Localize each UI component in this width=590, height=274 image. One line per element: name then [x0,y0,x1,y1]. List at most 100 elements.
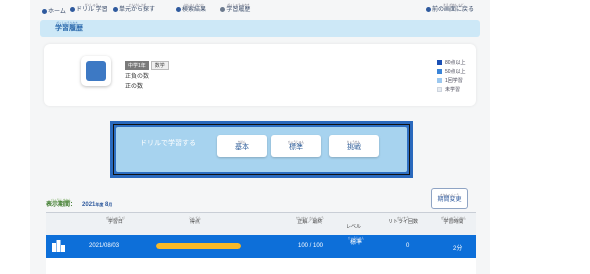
legend-swatch [437,60,442,65]
nav-unit-label: 単元から探す [119,7,156,13]
home-icon [42,9,47,14]
period-year: 2021 [82,202,96,208]
legend-swatch [437,87,442,92]
period-year-unit: 年度 [95,202,104,207]
table-row-empty [46,258,476,274]
nav-drill-study[interactable]: がくしゅう ドリル 学習 [70,4,108,13]
drill-frame-inner: ドリルで学習する きほん 基本 ひょうじゅん 標準 ちょうせん 挑戦 [113,124,410,175]
row-time: 2分 [453,246,463,252]
header-date: がくしゅう び学習日 [106,217,125,225]
back-icon [426,7,431,12]
unit-chapter: 正負の数 [125,74,150,80]
nav-drill-label: ドリル 学習 [76,7,108,13]
header-score: とくてん 得点 [189,217,201,225]
display-period: ひょうじ きかん 表示期間： 2021年度 8月 [46,199,112,208]
period-change-button[interactable]: きかんへんこう 期間変更 [431,188,468,209]
nav-history-ruby: がくしゅう りれき [227,3,250,7]
header-time: がくしゅう じかん 学習時間 [441,217,466,225]
period-ruby: ひょうじ きかん [51,198,71,202]
nav-drill-ruby: がくしゅう [85,3,99,7]
subject-badge: 数学 [150,61,169,70]
row-date: 2021/08/03 [89,243,120,249]
period-change-ruby: きかんへんこう [440,193,459,197]
nav-home[interactable]: ホーム [42,9,66,15]
nav-back[interactable]: まえ がめん もど 前の画面に戻る [426,4,474,13]
drill-standard-label: 標準 [288,144,303,151]
nav-home-label: ホーム [48,9,66,15]
drill-label-text: ドリルで学習する [140,140,196,147]
nav-search-label: 検索結果 [182,7,207,13]
unit-section: 正の数 [125,84,144,90]
drill-panel: ドリルで学習する きほん 基本 ひょうじゅん 標準 ちょうせん 挑戦 [116,127,407,172]
history-table: がくしゅう び学習日 とくてん 得点 せいかい さいしゅう 正解／最終 レベル かい… [46,212,476,274]
header-time-label: 学習時間 [443,219,464,225]
period-change-label: 期間変更 [437,197,462,203]
drill-challenge-label: 挑戦 [346,144,361,151]
table-row[interactable]: 2021/08/03 100 / 100 ひょうじゅん 標準 0 2分 [46,235,476,258]
row-level-text: 標準 [350,240,363,246]
nav-history-label: 学習履歴 [226,7,251,13]
score-bar-fill [156,243,241,249]
nav-history[interactable]: がくしゅう りれき 学習履歴 [220,4,251,13]
score-bar [156,243,241,249]
nav-back-label: 前の画面に戻る [432,7,475,13]
row-retries: 0 [406,243,410,249]
history-icon [220,7,225,12]
row-level: ひょうじゅん 標準 [347,237,365,246]
unit-icon [113,7,118,12]
period-month-unit: 月 [108,202,113,207]
drill-challenge-button[interactable]: ちょうせん 挑戦 [329,135,379,157]
table-header: がくしゅう び学習日 とくてん 得点 せいかい さいしゅう 正解／最終 レベル かい… [46,212,476,235]
score-legend: 80点以上 50点以上 1回学習 未学習 [437,58,466,94]
unit-card: 中学1年 数学 正負の数 正の数 80点以上 50点以上 1回学習 未学習 [44,44,476,106]
nav-unit-search[interactable]: たんげん さが 単元から探す [113,4,155,13]
legend-label: 未学習 [445,87,461,93]
header-score-label: 得点 [189,219,200,225]
header-level-label: レベル [346,224,362,230]
legend-item: 50点以上 [437,67,466,76]
app-window: ホーム がくしゅう ドリル 学習 たんげん さが 単元から探す けんさく けっか 検索… [30,0,490,274]
legend-swatch [437,78,442,83]
legend-label: 80点以上 [445,60,466,66]
drill-standard-ruby: ひょうじゅん [287,140,305,144]
nav-search-ruby: けんさく けっか [184,3,204,7]
header-correct-label: 正解／最終 [297,219,323,225]
header-level: レベル [346,225,361,230]
drill-standard-button[interactable]: ひょうじゅん 標準 [271,135,321,157]
drill-basic-ruby: きほん [237,140,247,144]
legend-item: 未学習 [437,85,466,94]
legend-label: 1回学習 [445,78,463,84]
header-retry: かいすう リトライ回数 [388,217,418,225]
drill-selection-frame: ドリルで学習する きほん 基本 ひょうじゅん 標準 ちょうせん 挑戦 [110,121,413,178]
drill-basic-label: 基本 [235,144,249,151]
nav-unit-ruby: たんげん さが [128,3,146,7]
drill-basic-button[interactable]: きほん 基本 [217,135,267,157]
grade-badge: 中学1年 [125,61,149,70]
drill-frame-border: ドリルで学習する きほん 基本 ひょうじゅん 標準 ちょうせん 挑戦 [114,125,409,174]
unit-badges: 中学1年 数学 [125,61,169,70]
page-title: がくしゅうりれき 学習履歴 [55,22,83,32]
search-icon [176,7,181,12]
page-title-bar: がくしゅうりれき 学習履歴 [40,20,480,37]
legend-label: 50点以上 [445,69,466,75]
legend-item: 80点以上 [437,58,466,67]
row-correct: 100 / 100 [298,243,324,249]
period-value: 2021年度 8月 [82,202,112,208]
study-record-icon [52,240,65,252]
drill-icon [70,7,75,12]
nav-back-ruby: まえ がめん もど [442,3,464,7]
header-date-label: 学習日 [107,219,123,225]
legend-swatch [437,69,442,74]
period-label: 表示期間： [46,202,77,208]
nav-search-results[interactable]: けんさく けっか 検索結果 [176,4,206,13]
unit-square-icon [81,56,111,86]
legend-item: 1回学習 [437,76,466,85]
header-correct: せいかい さいしゅう 正解／最終 [296,217,324,225]
drill-label: ドリルで学習する [140,140,196,147]
breadcrumb-nav: ホーム がくしゅう ドリル 学習 たんげん さが 単元から探す けんさく けっか 検索… [30,4,490,20]
row-level-ruby: ひょうじゅん [347,236,365,240]
header-retry-label: リトライ回数 [388,219,419,225]
nav-drill-label-text: 学習 [95,7,108,13]
drill-challenge-ruby: ちょうせん [347,140,361,144]
page-title-text: 学習履歴 [55,25,83,32]
